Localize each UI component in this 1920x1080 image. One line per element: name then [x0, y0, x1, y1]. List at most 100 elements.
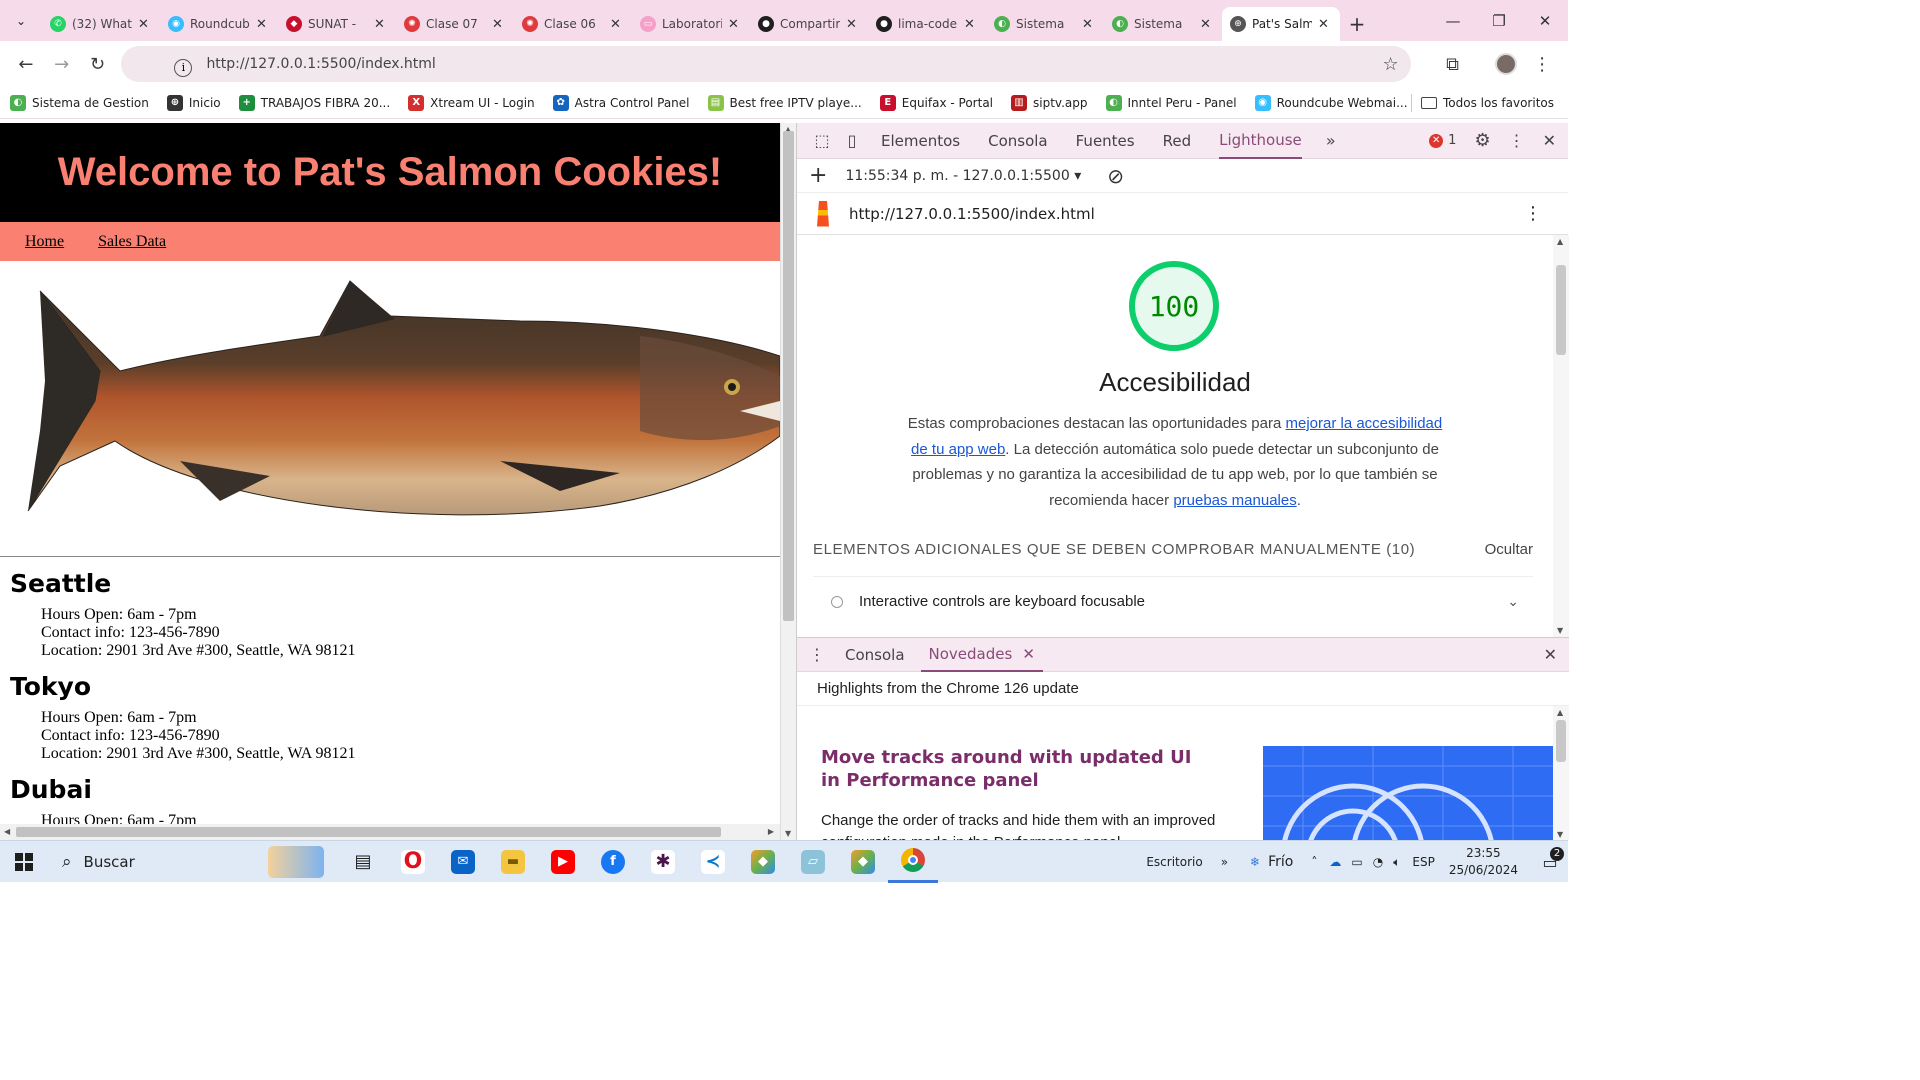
audit-item[interactable]: Interactive controls are keyboard focusa…	[813, 593, 1533, 610]
reload-button[interactable]: ↻	[80, 46, 116, 82]
taskbar-mail[interactable]: ✉	[438, 841, 488, 883]
devtools-tab-lighthouse[interactable]: Lighthouse	[1219, 123, 1302, 159]
task-view-button[interactable]: ▤	[338, 841, 388, 883]
close-tab-icon[interactable]: ✕	[1200, 17, 1214, 32]
device-toolbar-icon[interactable]: ▯	[837, 131, 867, 150]
bookmark-item[interactable]: X Xtream UI - Login	[408, 94, 535, 111]
browser-tab[interactable]: ◉ Roundcube ✕	[160, 7, 278, 41]
browser-tab[interactable]: ✺ Clase 07 ✕	[396, 7, 514, 41]
manual-testing-link[interactable]: pruebas manuales	[1173, 492, 1296, 509]
bookmark-star-icon[interactable]: ☆	[1382, 54, 1398, 75]
back-button[interactable]: ←	[8, 46, 44, 82]
close-tab-icon[interactable]: ✕	[1082, 17, 1096, 32]
close-tab-icon[interactable]: ✕	[610, 17, 624, 32]
all-bookmarks-button[interactable]: Todos los favoritos	[1421, 96, 1554, 110]
battery-icon[interactable]: ▭	[1351, 855, 1362, 869]
taskbar-slack[interactable]: ✱	[638, 841, 688, 883]
volume-icon[interactable]: 🔈︎	[1393, 855, 1400, 870]
clock[interactable]: 23:55 25/06/2024	[1449, 845, 1518, 879]
bookmark-item[interactable]: ⊕ Inicio	[166, 94, 221, 111]
bookmark-item[interactable]: ▤ Best free IPTV playe...	[707, 94, 862, 111]
bookmark-item[interactable]: ◐ Inntel Peru - Panel	[1105, 94, 1237, 111]
scroll-up-icon[interactable]: ▲	[1557, 708, 1563, 717]
scroll-thumb[interactable]	[16, 827, 721, 837]
taskbar-app-diamond-2[interactable]: ◆	[838, 841, 888, 883]
drawer-tab-consola[interactable]: Consola	[837, 638, 913, 672]
forward-button[interactable]: →	[44, 46, 80, 82]
close-drawer-icon[interactable]: ✕	[1544, 645, 1557, 664]
scroll-down-icon[interactable]: ▼	[1557, 626, 1563, 635]
scroll-up-icon[interactable]: ▲	[1557, 237, 1563, 246]
browser-tab[interactable]: ✺ Clase 06 ✕	[514, 7, 632, 41]
drawer-menu-icon[interactable]: ⋮	[797, 645, 837, 664]
browser-tab[interactable]: ● Compartir ✕	[750, 7, 868, 41]
desktop-chevron-icon[interactable]: »	[1221, 855, 1228, 869]
bookmark-item[interactable]: ▥ siptv.app	[1011, 94, 1088, 111]
taskbar-youtube[interactable]: ▶	[538, 841, 588, 883]
tab-search-button[interactable]: ⌄	[8, 8, 34, 34]
close-tab-icon[interactable]: ✕	[138, 17, 152, 32]
bookmark-item[interactable]: ◉ Roundcube Webmai...	[1254, 94, 1408, 111]
browser-tab[interactable]: ⊕ Pat's Salmon ✕	[1222, 7, 1340, 41]
browser-tab[interactable]: ◐ Sistema ✕	[986, 7, 1104, 41]
address-bar[interactable]: i http://127.0.0.1:5500/index.html ☆	[121, 46, 1411, 82]
devtools-tab-elementos[interactable]: Elementos	[881, 123, 960, 159]
close-tab-icon[interactable]: ✕	[1022, 645, 1035, 663]
report-selector[interactable]: 11:55:34 p. m. - 127.0.0.1:5500 ▾	[845, 168, 1081, 184]
onedrive-icon[interactable]: ☁	[1329, 855, 1341, 869]
taskbar-app-diamond[interactable]: ◆	[738, 841, 788, 883]
inspect-element-icon[interactable]: ⬚	[807, 131, 837, 150]
close-tab-icon[interactable]: ✕	[1318, 17, 1332, 32]
browser-tab[interactable]: ◐ Sistema ✕	[1104, 7, 1222, 41]
page-horizontal-scrollbar[interactable]: ◀ ▶	[0, 824, 780, 840]
close-tab-icon[interactable]: ✕	[728, 17, 742, 32]
start-button[interactable]	[0, 841, 48, 883]
close-tab-icon[interactable]: ✕	[964, 17, 978, 32]
profile-button[interactable]	[1488, 46, 1524, 82]
minimize-button[interactable]: —	[1430, 0, 1476, 41]
devtools-tab-red[interactable]: Red	[1163, 123, 1192, 159]
taskbar-opera[interactable]: O	[388, 841, 438, 883]
nav-link-home[interactable]: Home	[25, 233, 64, 251]
taskbar-search[interactable]: ⌕ Buscar	[48, 841, 338, 883]
nav-link-sales-data[interactable]: Sales Data	[98, 233, 166, 251]
close-tab-icon[interactable]: ✕	[846, 17, 860, 32]
scroll-thumb[interactable]	[1556, 720, 1566, 762]
report-scrollbar[interactable]: ▲ ▼	[1553, 235, 1569, 637]
extensions-button[interactable]: ⧉	[1435, 46, 1471, 82]
browser-tab[interactable]: ▭ Laboratorio ✕	[632, 7, 750, 41]
bookmark-item[interactable]: + TRABAJOS FIBRA 20...	[238, 94, 390, 111]
bookmark-item[interactable]: E Equifax - Portal	[879, 94, 993, 111]
drawer-scrollbar[interactable]: ▲ ▼	[1553, 706, 1569, 841]
scroll-down-icon[interactable]: ▼	[1557, 830, 1563, 839]
devtools-menu-icon[interactable]: ⋮	[1509, 131, 1525, 150]
close-window-button[interactable]: ✕	[1522, 0, 1568, 41]
more-tabs-icon[interactable]: »	[1316, 131, 1346, 150]
browser-tab[interactable]: ✆ (32) WhatsApp ✕	[42, 7, 160, 41]
taskbar-app-notepad[interactable]: ▱	[788, 841, 838, 883]
page-vertical-scrollbar[interactable]: ▲ ▼	[780, 123, 796, 840]
report-menu-icon[interactable]: ⋮	[1524, 203, 1542, 224]
menu-button[interactable]: ⋮	[1524, 46, 1560, 82]
scroll-thumb[interactable]	[1556, 265, 1566, 355]
taskbar-chrome[interactable]	[888, 841, 938, 883]
scroll-thumb[interactable]	[783, 131, 794, 621]
close-tab-icon[interactable]: ✕	[256, 17, 270, 32]
weather-label[interactable]: Frío	[1268, 854, 1293, 870]
close-tab-icon[interactable]: ✕	[374, 17, 388, 32]
clear-reports-icon[interactable]: ⊘	[1107, 164, 1124, 188]
chevron-down-icon[interactable]: ⌄	[1507, 593, 1519, 610]
taskbar-file-explorer[interactable]: ▬	[488, 841, 538, 883]
feature-title[interactable]: Move tracks around with updated UI in Pe…	[821, 746, 1201, 792]
error-count-badge[interactable]: ✕ 1	[1429, 133, 1456, 148]
browser-tab[interactable]: ◆ SUNAT - ✕	[278, 7, 396, 41]
close-devtools-icon[interactable]: ✕	[1543, 131, 1556, 150]
close-tab-icon[interactable]: ✕	[492, 17, 506, 32]
hide-button[interactable]: Ocultar	[1485, 541, 1533, 558]
scroll-left-icon[interactable]: ◀	[4, 827, 10, 836]
new-tab-button[interactable]: +	[1340, 7, 1374, 41]
notifications-button[interactable]: ▭ 2	[1532, 846, 1568, 872]
scroll-right-icon[interactable]: ▶	[768, 827, 774, 836]
drawer-tab-novedades[interactable]: Novedades ✕	[920, 638, 1043, 672]
desktop-toolbar-label[interactable]: Escritorio	[1146, 855, 1202, 869]
